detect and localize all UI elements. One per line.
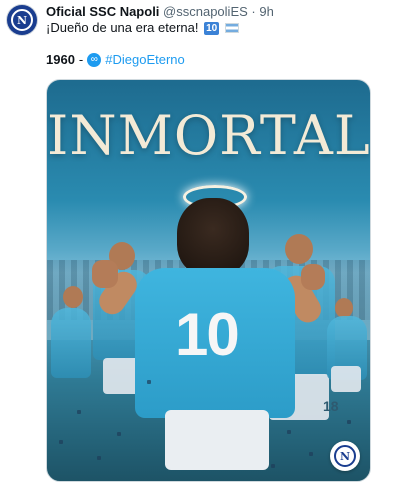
post-header: Oficial SSC Napoli @sscnapoliES · 9h (46, 4, 274, 20)
napoli-badge-icon: N (330, 441, 360, 471)
confetti (77, 410, 81, 414)
keycap-10-icon: 10 (204, 22, 220, 35)
confetti (309, 452, 313, 456)
confetti (287, 430, 291, 434)
author-handle[interactable]: @sscnapoliES (163, 4, 248, 19)
confetti (97, 456, 101, 460)
side-jersey-number: 18 (323, 398, 339, 414)
post-text: ¡Dueño de una era eterna! 10 (46, 20, 239, 36)
dash-text: - (78, 52, 84, 67)
player-head-far-left (63, 286, 83, 308)
right-fist (301, 264, 325, 290)
badge-letter: N (339, 449, 351, 463)
image-headline: INMORTAL (47, 104, 371, 167)
avatar-letter: N (16, 13, 28, 27)
napoli-logo-icon: N (11, 9, 33, 31)
separator: · (251, 4, 256, 19)
confetti (59, 440, 63, 444)
infinity-hashflag-icon: ∞ (87, 53, 102, 67)
jersey-number: 10 (175, 301, 240, 368)
year-text: 1960 (46, 52, 75, 67)
player-far-right-shorts (331, 366, 361, 392)
main-player-shorts (165, 410, 269, 470)
player-head-right (285, 234, 313, 264)
confetti (117, 432, 121, 436)
player-hair (177, 198, 249, 276)
hashtag-link[interactable]: #DiegoEterno (105, 52, 185, 68)
post-image[interactable]: INMORTAL 18 10 N (46, 79, 371, 482)
player-far-left (51, 308, 91, 378)
argentina-flag-icon (224, 23, 239, 33)
confetti (147, 380, 151, 384)
post-time[interactable]: 9h (259, 4, 273, 19)
left-fist (92, 260, 118, 288)
avatar[interactable]: N (7, 5, 37, 35)
post-text-content: ¡Dueño de una era eterna! (46, 20, 199, 35)
hashtag-line: 1960 - ∞ #DiegoEterno (46, 52, 185, 68)
confetti (271, 464, 275, 468)
confetti (347, 420, 351, 424)
author-name[interactable]: Oficial SSC Napoli (46, 4, 159, 19)
player-head-far-right (335, 298, 353, 318)
